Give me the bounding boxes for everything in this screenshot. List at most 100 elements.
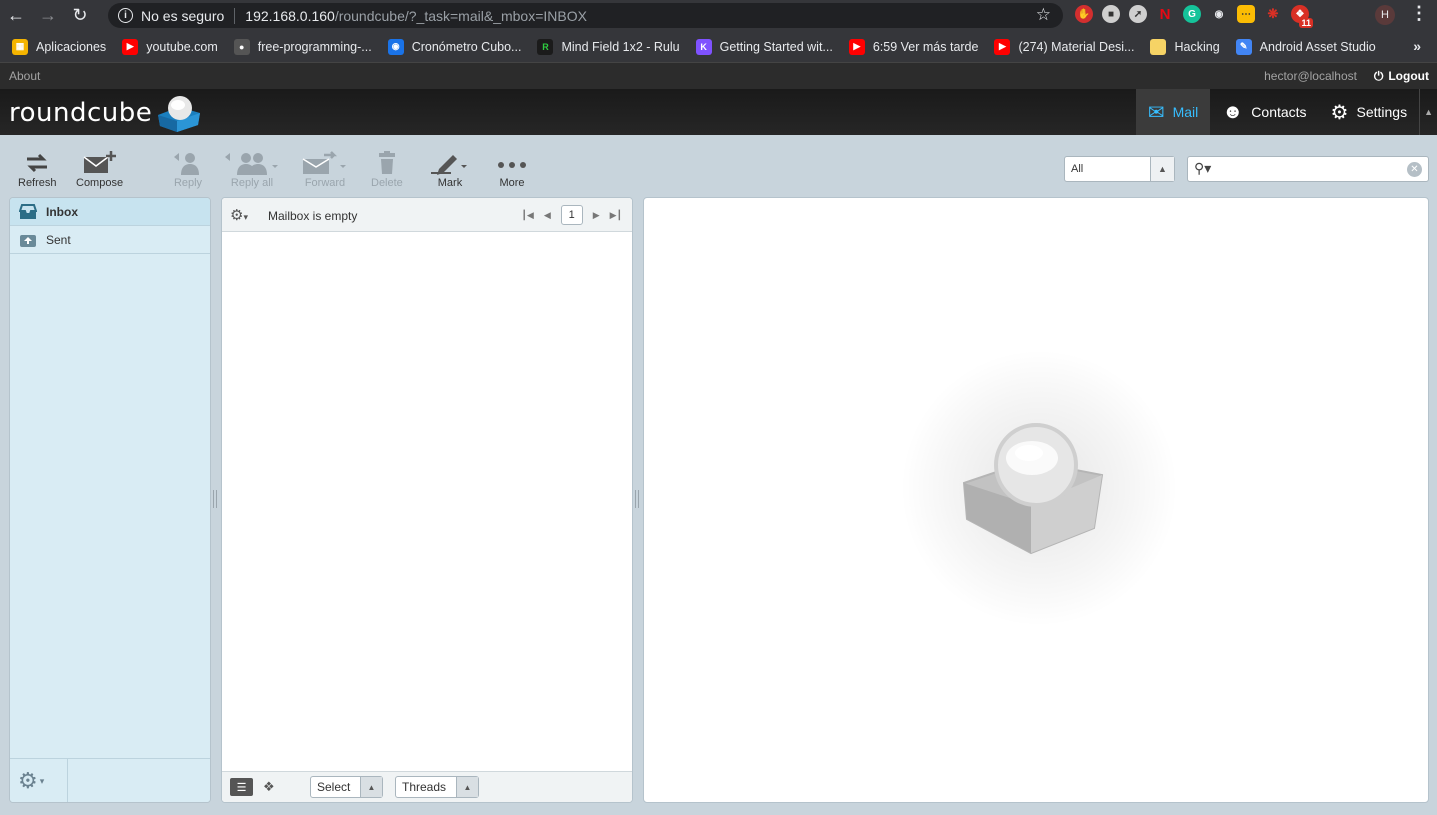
threads-view-icon[interactable]: ❖ bbox=[263, 779, 275, 795]
bookmark-label: 6:59 Ver más tarde bbox=[872, 39, 979, 54]
delete-button[interactable]: Delete bbox=[371, 149, 403, 189]
bookmark-label: Getting Started wit... bbox=[719, 39, 833, 54]
bookmark-item[interactable]: ▶ youtube.com bbox=[122, 38, 218, 55]
list-view-icon[interactable]: ☰ bbox=[230, 778, 253, 796]
refresh-button[interactable]: Refresh bbox=[18, 149, 57, 189]
bookmark-item[interactable]: ✎ Android Asset Studio bbox=[1235, 38, 1376, 55]
message-list-header: ⚙▾ Mailbox is empty ┃◀ ◀ 1 ▶ ▶┃ bbox=[222, 198, 632, 232]
compose-button[interactable]: Compose bbox=[76, 149, 123, 189]
mailbox-status: Mailbox is empty bbox=[268, 209, 358, 223]
info-icon[interactable]: i bbox=[118, 8, 133, 23]
pdf-icon[interactable]: ❋ bbox=[1264, 5, 1282, 23]
compose-label: Compose bbox=[76, 177, 124, 189]
bookmark-item[interactable]: ▦ Aplicaciones bbox=[12, 38, 107, 55]
app-header: roundcube ✉ Mail ☻ Contacts ⚙ Settings ▲ bbox=[0, 89, 1437, 135]
folder-list-splitter[interactable] bbox=[213, 490, 217, 508]
about-link[interactable]: About bbox=[9, 69, 40, 83]
mail-icon: ✉ bbox=[1147, 101, 1165, 124]
apps-grid-icon: ▦ bbox=[12, 38, 28, 55]
profile-avatar[interactable]: H bbox=[1375, 5, 1395, 25]
logout-button[interactable]: ⏻ Logout bbox=[1374, 69, 1429, 84]
logo-text: roundcube bbox=[9, 98, 153, 128]
url-path[interactable]: /roundcube/?_task=mail&_mbox=INBOX bbox=[335, 8, 587, 24]
more-button[interactable]: More bbox=[497, 149, 527, 189]
bookmark-item[interactable]: ◉ Cronómetro Cubo... bbox=[387, 38, 521, 55]
extension-badge: 11 bbox=[1299, 18, 1313, 28]
incognito-icon[interactable]: ◉ bbox=[1210, 5, 1228, 23]
youtube-icon: ▶ bbox=[848, 38, 865, 55]
notes-icon[interactable]: ⋯ bbox=[1237, 5, 1255, 23]
bookmark-label: Aplicaciones bbox=[36, 39, 107, 54]
gift-icon[interactable]: ❖ 11 bbox=[1291, 5, 1313, 28]
url-host[interactable]: 192.168.0.160 bbox=[245, 8, 335, 24]
folder-inbox[interactable]: Inbox bbox=[10, 198, 210, 226]
mark-label: Mark bbox=[437, 177, 463, 189]
message-filter-select[interactable]: All ▲ bbox=[1064, 156, 1175, 182]
bookmark-item[interactable]: R Mind Field 1x2 - Rulu bbox=[537, 38, 680, 55]
bookmark-item[interactable]: ▶ (274) Material Desi... bbox=[994, 38, 1134, 55]
reply-button[interactable]: Reply bbox=[173, 149, 203, 189]
clear-search-icon[interactable]: ✕ bbox=[1407, 162, 1422, 177]
threads-dropdown-label: Threads bbox=[402, 780, 447, 794]
reply-icon bbox=[173, 149, 203, 177]
forward-arrow-icon[interactable]: → bbox=[32, 0, 64, 31]
top-navigation: ✉ Mail ☻ Contacts ⚙ Settings ▲ bbox=[1135, 89, 1437, 135]
select-dropdown[interactable]: Select ▲ bbox=[310, 776, 383, 798]
next-page-icon[interactable]: ▶ bbox=[593, 210, 600, 221]
youtube-icon: ▶ bbox=[122, 38, 139, 55]
mark-button[interactable]: Mark bbox=[431, 149, 469, 189]
roundcube-logo-icon bbox=[158, 96, 201, 132]
address-bar[interactable]: i No es seguro 192.168.0.160/roundcube/?… bbox=[108, 3, 1063, 28]
message-list: ⚙▾ Mailbox is empty ┃◀ ◀ 1 ▶ ▶┃ ☰ ❖ Sele… bbox=[221, 197, 633, 803]
roundcube-logo[interactable]: roundcube bbox=[9, 93, 204, 133]
previous-page-icon[interactable]: ◀ bbox=[544, 210, 551, 221]
browser-menu-icon[interactable]: ⋮ bbox=[1410, 3, 1428, 24]
reply-all-label: Reply all bbox=[230, 177, 274, 189]
reply-all-icon bbox=[224, 149, 280, 177]
security-label[interactable]: No es seguro bbox=[141, 8, 224, 24]
page-number: 1 bbox=[560, 205, 583, 225]
folder-sent[interactable]: Sent bbox=[10, 226, 210, 254]
reload-icon[interactable]: ↻ bbox=[64, 0, 96, 31]
search-input[interactable]: ⚲▾ ✕ bbox=[1187, 156, 1429, 182]
back-arrow-icon[interactable]: ← bbox=[0, 0, 32, 31]
inbox-icon bbox=[19, 203, 37, 219]
bookmarks-overflow-icon[interactable]: » bbox=[1413, 38, 1421, 54]
adblock-icon[interactable]: ✋ bbox=[1075, 5, 1093, 23]
bookmarks-bar: ▦ Aplicaciones ▶ youtube.com ● free-programmi… bbox=[0, 31, 1437, 62]
ghostery-icon[interactable]: ■ bbox=[1102, 5, 1120, 23]
last-page-icon[interactable]: ▶┃ bbox=[610, 210, 622, 221]
extension-icons: ✋ ■ ➚ N G ◉ ⋯ ❋ ❖ 11 bbox=[1075, 5, 1313, 28]
bookmark-item[interactable]: ▶ 6:59 Ver más tarde bbox=[848, 38, 979, 55]
nav-settings-label: Settings bbox=[1356, 104, 1408, 120]
bookmark-label: free-programming-... bbox=[257, 39, 372, 54]
search-icon[interactable]: ⚲▾ bbox=[1194, 160, 1211, 177]
preview-pane bbox=[643, 197, 1429, 803]
threads-dropdown[interactable]: Threads ▲ bbox=[395, 776, 479, 798]
globe-icon: ◉ bbox=[387, 38, 404, 55]
logout-label: Logout bbox=[1388, 69, 1429, 83]
github-icon: ● bbox=[233, 38, 250, 55]
speed-dial-icon[interactable]: ➚ bbox=[1129, 5, 1147, 23]
bookmark-item[interactable]: ● free-programming-... bbox=[233, 38, 372, 55]
reply-all-button[interactable]: Reply all bbox=[224, 149, 280, 189]
kotlin-icon: K bbox=[695, 38, 712, 55]
nav-settings[interactable]: ⚙ Settings bbox=[1319, 89, 1420, 135]
power-icon: ⏻ bbox=[1373, 68, 1384, 83]
bookmark-star-icon[interactable]: ☆ bbox=[1036, 5, 1051, 25]
grammarly-icon[interactable]: G bbox=[1183, 5, 1201, 23]
first-page-icon[interactable]: ┃◀ bbox=[521, 210, 533, 221]
folder-actions-gear-icon[interactable]: ⚙ ▾ bbox=[18, 767, 58, 795]
nav-collapse-icon[interactable]: ▲ bbox=[1419, 89, 1437, 135]
nav-contacts[interactable]: ☻ Contacts bbox=[1210, 89, 1318, 135]
threads-arrows-icon: ▲ bbox=[456, 777, 478, 797]
bookmark-item[interactable]: K Getting Started wit... bbox=[695, 38, 833, 55]
forward-button[interactable]: Forward bbox=[302, 149, 348, 189]
message-list-splitter[interactable] bbox=[635, 490, 639, 508]
netflix-icon[interactable]: N bbox=[1156, 5, 1174, 23]
bookmark-item[interactable]: Hacking bbox=[1150, 38, 1220, 55]
nav-mail[interactable]: ✉ Mail bbox=[1135, 89, 1211, 135]
refresh-icon bbox=[25, 149, 49, 177]
more-label: More bbox=[499, 177, 525, 189]
list-options-gear-icon[interactable]: ⚙▾ bbox=[230, 206, 248, 224]
